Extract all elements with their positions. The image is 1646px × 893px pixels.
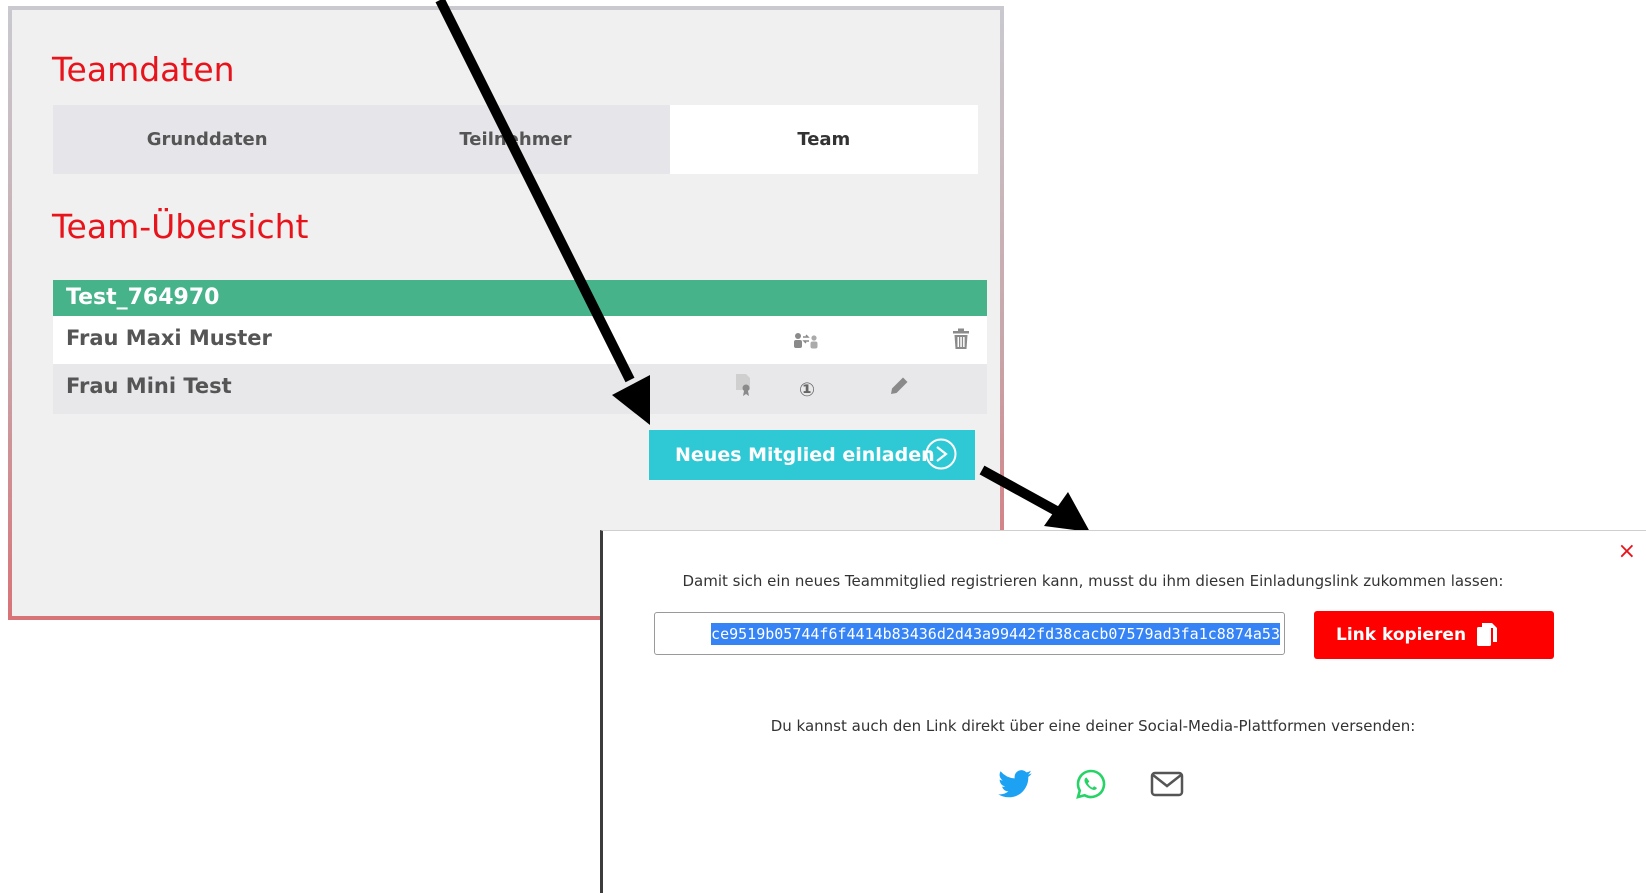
switch-person-icon[interactable]	[791, 328, 821, 352]
section-title: Team-Übersicht	[52, 207, 309, 246]
invite-instructions: Damit sich ein neues Teammitglied regist…	[682, 572, 1504, 590]
trash-icon[interactable]	[949, 326, 973, 352]
share-instructions: Du kannst auch den Link direkt über eine…	[770, 717, 1416, 735]
whatsapp-icon[interactable]	[1073, 767, 1109, 801]
close-icon[interactable]: ×	[1618, 539, 1636, 564]
member-name: Frau Maxi Muster	[66, 326, 272, 350]
page-title: Teamdaten	[52, 50, 235, 89]
number-one-icon: ①	[798, 379, 816, 401]
invite-member-button[interactable]: Neues Mitglied einladen	[649, 430, 975, 480]
copy-link-button[interactable]: Link kopieren	[1314, 611, 1554, 659]
member-name: Frau Mini Test	[66, 374, 232, 398]
copy-icon	[1477, 623, 1498, 646]
table-row: Frau Mini Test ①	[53, 364, 987, 414]
table-row: Frau Maxi Muster	[53, 316, 987, 364]
invite-member-label: Neues Mitglied einladen	[675, 444, 935, 466]
invite-link-dialog: × Damit sich ein neues Teammitglied regi…	[600, 530, 1646, 893]
team-name-header: Test_764970	[53, 280, 987, 316]
invite-link-value: ce9519b05744f6f4414b83436d2d43a99442fd38…	[711, 622, 1280, 645]
copy-link-label: Link kopieren	[1336, 625, 1467, 645]
invite-link-field[interactable]: ce9519b05744f6f4414b83436d2d43a99442fd38…	[654, 612, 1285, 655]
tab-team[interactable]: Team	[669, 105, 978, 174]
tab-grunddaten[interactable]: Grunddaten	[53, 105, 362, 174]
tab-teilnehmer[interactable]: Teilnehmer	[361, 105, 670, 174]
tab-bar: Grunddaten Teilnehmer Team	[53, 105, 978, 174]
mail-icon[interactable]	[1149, 769, 1185, 799]
team-data-panel: Teamdaten Grunddaten Teilnehmer Team Tea…	[8, 6, 1004, 620]
chevron-right-circle-icon	[925, 438, 957, 470]
twitter-icon[interactable]	[997, 767, 1033, 801]
pencil-icon[interactable]	[887, 374, 911, 398]
certificate-icon[interactable]	[733, 372, 755, 398]
